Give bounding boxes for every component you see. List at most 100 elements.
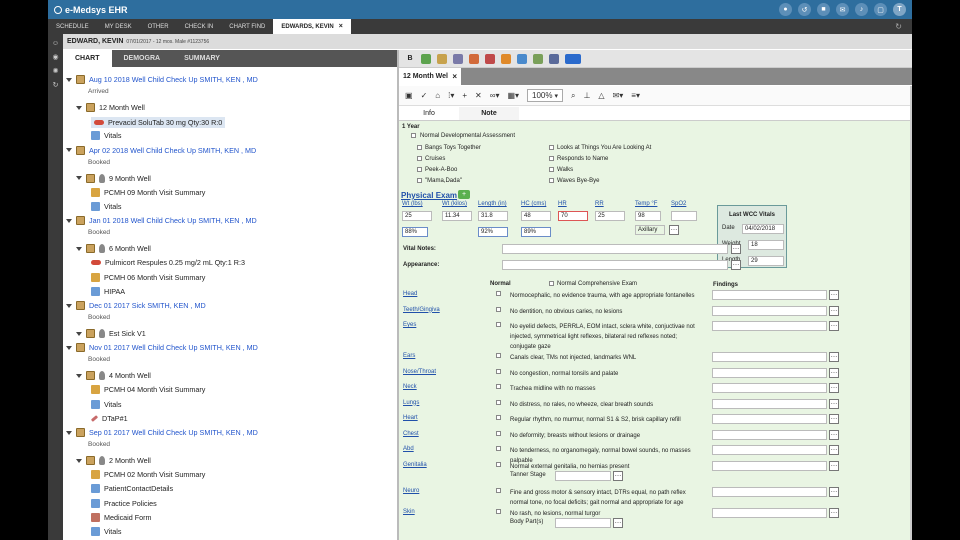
dev-item-checkbox[interactable] [417, 156, 422, 161]
exam-findings-input[interactable] [712, 290, 827, 300]
expand-icon[interactable] [66, 77, 72, 82]
exam-findings-more[interactable]: … [829, 305, 839, 316]
expand-icon[interactable] [66, 218, 72, 223]
refresh-icon[interactable]: ↻ [895, 22, 902, 31]
exam-findings-more[interactable]: … [829, 367, 839, 378]
tree-item[interactable]: DTaP#1 [90, 414, 128, 423]
temp-method-more[interactable]: … [669, 225, 679, 235]
tree-item[interactable]: HIPAA [91, 286, 125, 296]
tree-item[interactable]: Nov 01 2017 Well Child Check Up SMITH, K… [66, 343, 258, 353]
exam-findings-input[interactable] [712, 486, 827, 497]
chart-tab-2[interactable]: SUMMARY [172, 50, 232, 67]
dev-item-checkbox[interactable] [549, 167, 554, 172]
vital-notes-input[interactable] [502, 244, 728, 254]
close-patient-icon[interactable]: × [339, 23, 343, 30]
scrollbar[interactable] [910, 86, 912, 540]
nav-tab-4[interactable]: CHART FIND [221, 19, 273, 34]
refresh-rail-icon[interactable]: ↻ [48, 81, 63, 89]
chart-tab-1[interactable]: DEMOGRA [112, 50, 173, 67]
tree-item[interactable]: Aug 10 2018 Well Child Check Up SMITH, K… [66, 75, 258, 84]
exam-sub-more[interactable]: … [613, 517, 623, 528]
physical-exam-title[interactable]: Physical Exam [401, 191, 457, 200]
cart-icon[interactable] [437, 53, 447, 64]
exam-label[interactable]: Lungs [403, 400, 419, 406]
vital-label[interactable]: RR [595, 201, 604, 207]
exam-normal-checkbox[interactable] [496, 384, 501, 389]
vital-label[interactable]: Temp °F [635, 201, 657, 207]
grid-icon[interactable] [533, 53, 543, 64]
window-icon[interactable]: ▢ [874, 3, 887, 16]
exam-findings-input[interactable] [712, 429, 827, 440]
check-icon[interactable]: ✓ [421, 91, 428, 100]
dev-item-checkbox[interactable] [549, 145, 554, 150]
tab-info[interactable]: Info [399, 107, 459, 120]
bold-icon[interactable]: B [405, 54, 415, 64]
tree-item[interactable]: Vitals [91, 527, 121, 536]
tree-item[interactable]: PCMH 06 Month Visit Summary [91, 272, 205, 282]
exam-findings-input[interactable] [712, 414, 827, 424]
vital-label[interactable]: HC (cms) [521, 201, 546, 207]
exam-findings-input[interactable] [712, 352, 827, 362]
gear-icon[interactable]: ✺ [48, 67, 63, 75]
bar-chart-icon[interactable] [485, 53, 495, 64]
vital-label[interactable]: HR [558, 201, 567, 207]
exam-normal-checkbox[interactable] [496, 430, 501, 436]
encounter-label[interactable]: Apr 02 2018 Well Child Check Up SMITH, K… [89, 146, 256, 155]
exam-findings-input[interactable] [712, 321, 827, 331]
vital-input[interactable]: 31.8 [478, 211, 508, 221]
exam-findings-input[interactable] [712, 398, 827, 409]
dev-item-checkbox[interactable] [417, 167, 422, 172]
people-icon[interactable]: ● [779, 3, 792, 16]
tree-item[interactable]: 9 Month Well [76, 173, 151, 183]
exam-normal-checkbox[interactable] [496, 353, 501, 358]
exam-findings-input[interactable] [712, 367, 827, 378]
nav-tab-patient[interactable]: EDWARDS, KEVIN × [273, 19, 351, 34]
nav-tab-2[interactable]: OTHER [140, 19, 177, 34]
bell-icon[interactable]: ♪ [855, 3, 868, 16]
exam-label[interactable]: Teeth/Gingiva [403, 307, 440, 313]
dev-item-checkbox[interactable] [417, 145, 422, 150]
tree-item[interactable]: PatientContactDetails [91, 484, 173, 494]
vital-label[interactable]: Wt (kilos) [442, 201, 467, 207]
nav-tab-0[interactable]: SCHEDULE [48, 19, 97, 34]
triangle-icon[interactable] [501, 53, 511, 64]
exam-findings-more[interactable]: … [829, 321, 839, 331]
table-icon[interactable]: ▦▾ [507, 91, 519, 100]
nav-tab-1[interactable]: MY DESK [97, 19, 140, 34]
tree-item[interactable]: Dec 01 2017 Sick SMITH, KEN , MD [66, 301, 206, 310]
exam-label[interactable]: Chest [403, 431, 419, 437]
mail-icon[interactable]: ✉ [836, 3, 849, 16]
tree-item[interactable]: Medicaid Form [91, 512, 152, 522]
exam-findings-more[interactable]: … [829, 290, 839, 300]
encounter-label[interactable]: Nov 01 2017 Well Child Check Up SMITH, K… [89, 343, 258, 352]
exam-label[interactable]: Genitalia [403, 462, 427, 468]
temp-method-select[interactable]: Axillary [635, 225, 665, 235]
dev-item-checkbox[interactable] [417, 178, 422, 183]
exam-normal-checkbox[interactable] [496, 487, 501, 493]
window-toolbar-icon[interactable] [549, 53, 559, 64]
exam-findings-input[interactable] [712, 445, 827, 455]
mail-toolbar-icon[interactable]: ✉▾ [613, 91, 624, 100]
exam-normal-checkbox[interactable] [496, 399, 501, 405]
exam-label[interactable]: Skin [403, 509, 415, 515]
expand-icon[interactable] [76, 373, 82, 378]
note-tab[interactable]: 12 Month Wel × [399, 68, 461, 85]
flask-icon[interactable] [469, 53, 479, 64]
exam-findings-more[interactable]: … [829, 414, 839, 424]
exam-normal-checkbox[interactable] [496, 291, 501, 296]
exam-sub-input[interactable] [555, 470, 611, 481]
dev-item-checkbox[interactable] [549, 156, 554, 161]
exam-findings-more[interactable]: … [829, 445, 839, 455]
tree-item[interactable]: Pulmicort Respules 0.25 mg/2 mL Qty:1 R:… [91, 258, 245, 267]
tree-item[interactable]: PCMH 04 Month Visit Summary [91, 385, 205, 395]
exam-findings-more[interactable]: … [829, 460, 839, 471]
exam-normal-checkbox[interactable] [496, 508, 501, 514]
tree-item[interactable]: Est Sick V1 [76, 329, 146, 338]
alert-icon[interactable]: △ [598, 91, 604, 100]
tree-item[interactable]: 6 Month Well [76, 244, 151, 254]
save-icon[interactable]: ▣ [405, 91, 413, 100]
exam-label[interactable]: Neck [403, 384, 417, 390]
exam-findings-more[interactable]: … [829, 398, 839, 409]
tree-item[interactable]: 12 Month Well [76, 103, 145, 112]
exam-findings-more[interactable]: … [829, 429, 839, 440]
